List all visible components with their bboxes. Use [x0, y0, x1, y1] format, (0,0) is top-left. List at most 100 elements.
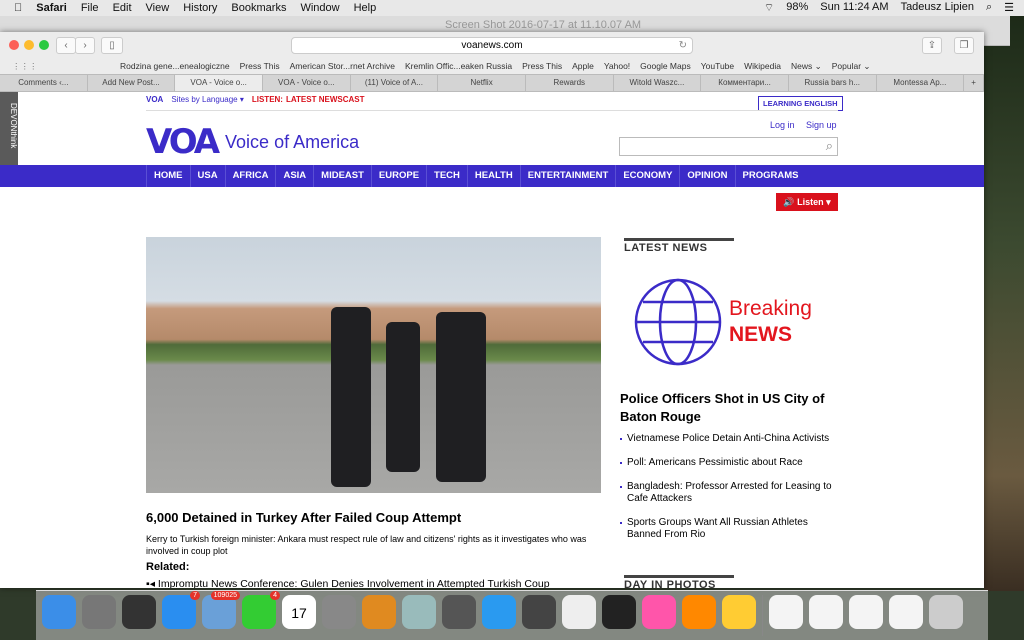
preview-icon[interactable] — [402, 595, 436, 629]
notification-center-icon[interactable]: ☰ — [1004, 1, 1014, 15]
voa-logo[interactable]: VOA Voice of America — [146, 122, 359, 162]
browser-tab[interactable]: Montessa Ap... — [877, 75, 965, 91]
document-icon[interactable] — [889, 595, 923, 629]
trash-icon[interactable] — [929, 595, 963, 629]
right-lead-headline[interactable]: Police Officers Shot in US City of Baton… — [620, 390, 840, 426]
share-icon[interactable]: ⇪ — [922, 37, 942, 54]
audacity-icon[interactable] — [362, 595, 396, 629]
nav-tech[interactable]: TECH — [426, 165, 467, 187]
bookmark-item[interactable]: News ⌄ — [791, 61, 822, 72]
bookmark-item[interactable]: Yahoo! — [604, 61, 630, 71]
appstore-icon[interactable]: 7 — [162, 591, 200, 629]
nav-europe[interactable]: EUROPE — [370, 165, 426, 187]
login-link[interactable]: Log in — [770, 120, 795, 130]
spotlight-icon[interactable]: ⌕ — [986, 1, 992, 15]
search-input[interactable]: ⌕ — [619, 137, 838, 156]
browser-tab[interactable]: Witold Waszc... — [614, 75, 702, 91]
launchpad-icon[interactable] — [82, 595, 116, 629]
browser-tab[interactable]: VOA - Voice o... — [175, 75, 263, 91]
minimize-window-button[interactable] — [24, 40, 34, 50]
latest-newscast-link[interactable]: LATEST NEWSCAST — [286, 95, 365, 104]
calendar-icon[interactable]: 17 — [282, 595, 316, 629]
news-item[interactable]: Bangladesh: Professor Arrested for Leasi… — [620, 481, 840, 505]
close-window-button[interactable] — [9, 40, 19, 50]
printer2-icon[interactable] — [602, 595, 636, 629]
voa-link[interactable]: VOA — [146, 95, 163, 104]
lead-story-photo[interactable] — [146, 237, 601, 493]
listen-button[interactable]: 🔊 Listen ▾ — [776, 193, 838, 211]
safari-icon[interactable] — [482, 595, 516, 629]
tabs-overview-icon[interactable]: ❐ — [954, 37, 974, 54]
browser-tab[interactable]: Rewards — [526, 75, 614, 91]
reload-icon[interactable]: ↻ — [679, 38, 687, 53]
address-bar[interactable]: voanews.com ↻ — [291, 37, 693, 54]
mail-icon[interactable]: 109025 — [202, 591, 240, 629]
bookmark-item[interactable]: YouTube — [701, 61, 734, 71]
sidebar-icon[interactable]: ▯ — [101, 37, 123, 54]
document-icon[interactable] — [809, 595, 843, 629]
signup-link[interactable]: Sign up — [806, 120, 837, 130]
photos-icon[interactable] — [642, 595, 676, 629]
browser-tab[interactable]: Comments ‹... — [0, 75, 88, 91]
menu-help[interactable]: Help — [354, 2, 377, 14]
nav-health[interactable]: HEALTH — [466, 165, 520, 187]
document-icon[interactable] — [849, 595, 883, 629]
menu-history[interactable]: History — [183, 2, 217, 14]
menu-app[interactable]: Safari — [36, 2, 67, 14]
bookmark-item[interactable]: Press This — [522, 61, 562, 71]
browser-tab[interactable]: Комментари... — [701, 75, 789, 91]
news-item[interactable]: Vietnamese Police Detain Anti-China Acti… — [620, 433, 840, 445]
system-preferences-icon[interactable] — [322, 595, 356, 629]
devonthink-panel[interactable]: DEVONthink — [0, 92, 18, 165]
nav-opinion[interactable]: OPINION — [679, 165, 734, 187]
wifi-icon[interactable]: ⌔ — [764, 1, 774, 15]
clock[interactable]: Sun 11:24 AM — [820, 1, 888, 15]
battery-status[interactable]: 98% — [786, 1, 808, 15]
nav-entertainment[interactable]: ENTERTAINMENT — [519, 165, 616, 187]
user-name[interactable]: Tadeusz Lipien — [901, 1, 974, 15]
nav-asia[interactable]: ASIA — [275, 165, 313, 187]
bookmark-item[interactable]: American Stor...rnet Archive — [290, 61, 395, 71]
textedit-icon[interactable] — [562, 595, 596, 629]
news-item[interactable]: Poll: Americans Pessimistic about Race — [620, 457, 840, 469]
bookmark-item[interactable]: Kremlin Offic...eaken Russia — [405, 61, 512, 71]
nav-usa[interactable]: USA — [189, 165, 225, 187]
bookmark-item[interactable]: Rodzina gene...enealogiczne — [120, 61, 230, 71]
document-icon[interactable] — [769, 595, 803, 629]
bookmark-item[interactable]: Press This — [240, 61, 280, 71]
nav-home[interactable]: HOME — [146, 165, 190, 187]
menu-bookmarks[interactable]: Bookmarks — [231, 2, 286, 14]
browser-tab[interactable]: VOA - Voice o... — [263, 75, 351, 91]
forward-button[interactable]: › — [75, 37, 95, 54]
nav-economy[interactable]: ECONOMY — [615, 165, 679, 187]
activity-monitor-icon[interactable] — [122, 595, 156, 629]
lead-headline[interactable]: 6,000 Detained in Turkey After Failed Co… — [146, 510, 461, 525]
learning-english-link[interactable]: LEARNING ENGLISH — [758, 96, 843, 111]
browser-tab[interactable]: Netflix — [438, 75, 526, 91]
news-item[interactable]: Sports Groups Want All Russian Athletes … — [620, 517, 840, 541]
quicktime-icon[interactable] — [522, 595, 556, 629]
finder-icon[interactable] — [42, 595, 76, 629]
menu-edit[interactable]: Edit — [113, 2, 132, 14]
menu-window[interactable]: Window — [300, 2, 339, 14]
search-icon[interactable]: ⌕ — [826, 138, 833, 154]
back-button[interactable]: ‹ — [56, 37, 76, 54]
printer-icon[interactable] — [442, 595, 476, 629]
related-link[interactable]: ▪◂ Impromptu News Conference: Gulen Deni… — [146, 578, 550, 588]
bookmark-item[interactable]: Wikipedia — [744, 61, 781, 71]
ibooks-icon[interactable] — [682, 595, 716, 629]
notes-icon[interactable] — [722, 595, 756, 629]
facetime-icon[interactable]: 4 — [242, 591, 280, 629]
browser-tab[interactable]: Add New Post... — [88, 75, 176, 91]
nav-africa[interactable]: AFRICA — [224, 165, 276, 187]
browser-tab[interactable]: Russia bars h... — [789, 75, 877, 91]
zoom-window-button[interactable] — [39, 40, 49, 50]
nav-programs[interactable]: PROGRAMS — [734, 165, 806, 187]
grid-icon[interactable]: ⋮⋮⋮ — [12, 61, 38, 72]
nav-mideast[interactable]: MIDEAST — [313, 165, 371, 187]
sites-by-language-dropdown[interactable]: Sites by Language ▾ — [171, 95, 244, 104]
browser-tab[interactable]: (11) Voice of A... — [351, 75, 439, 91]
apple-icon[interactable]:  — [14, 2, 22, 14]
new-tab-button[interactable]: + — [964, 75, 984, 91]
menu-view[interactable]: View — [146, 2, 170, 14]
